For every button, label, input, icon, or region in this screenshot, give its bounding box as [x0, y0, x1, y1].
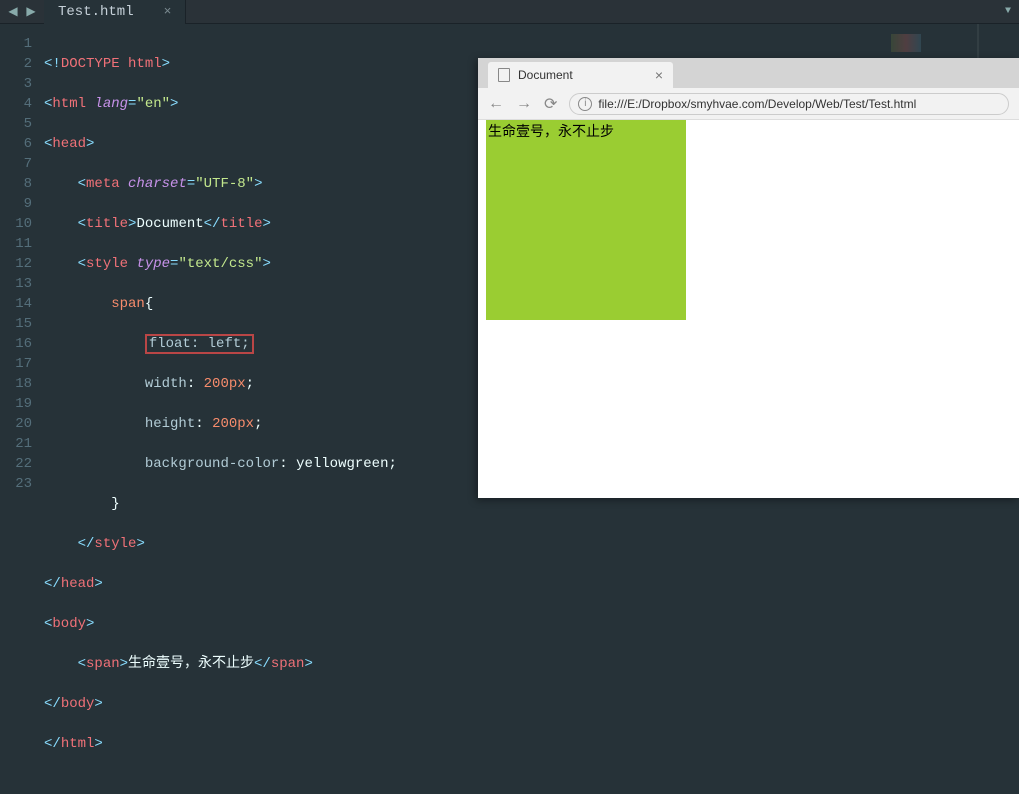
doctype: DOCTYPE html: [61, 56, 162, 72]
tag: head: [52, 136, 86, 152]
line-number: 22: [0, 454, 32, 474]
tag: html: [61, 736, 95, 752]
watermark: 亿速云: [937, 476, 1011, 496]
attr-val: "en": [136, 96, 170, 112]
line-number: 21: [0, 434, 32, 454]
nav-arrows: ◀ ▶: [0, 4, 44, 19]
css-val: 200px: [212, 416, 254, 432]
css-float: float: left;: [149, 336, 250, 352]
close-icon[interactable]: ×: [655, 67, 663, 83]
line-number: 17: [0, 354, 32, 374]
line-number: 1: [0, 34, 32, 54]
url-text: file:///E:/Dropbox/smyhvae.com/Develop/W…: [598, 97, 916, 111]
attr: lang: [94, 96, 128, 112]
line-gutter: 1 2 3 4 5 6 7 8 9 10 11 12 13 14 15 16 1…: [0, 24, 40, 502]
line-number: 13: [0, 274, 32, 294]
line-number: 15: [0, 314, 32, 334]
tag: body: [52, 616, 86, 632]
header-right: ▼: [1005, 6, 1019, 17]
tag: title: [220, 216, 262, 232]
tag: title: [86, 216, 128, 232]
tag: head: [61, 576, 95, 592]
css-prop: background-color: [145, 456, 279, 472]
file-icon: [498, 68, 510, 82]
browser-window: Document × ← → ⟳ i file:///E:/Dropbox/sm…: [478, 58, 1019, 498]
line-number: 19: [0, 394, 32, 414]
line-number: 2: [0, 54, 32, 74]
line-number: 20: [0, 414, 32, 434]
forward-icon[interactable]: →: [516, 95, 532, 113]
browser-viewport: 生命壹号，永不止步: [478, 120, 1019, 498]
browser-tab[interactable]: Document ×: [488, 62, 673, 88]
editor-header: ◀ ▶ Test.html × ▼: [0, 0, 1019, 24]
watermark-text: 亿速云: [969, 476, 1011, 496]
nav-forward-icon[interactable]: ▶: [24, 4, 38, 19]
attr-val: "UTF-8": [195, 176, 254, 192]
browser-toolbar: ← → ⟳ i file:///E:/Dropbox/smyhvae.com/D…: [478, 88, 1019, 120]
css-prop: width: [145, 376, 187, 392]
rendered-span: 生命壹号，永不止步: [486, 120, 686, 320]
back-icon[interactable]: ←: [488, 95, 504, 113]
tag: html: [52, 96, 86, 112]
line-number: 14: [0, 294, 32, 314]
editor-tab[interactable]: Test.html ×: [44, 0, 186, 24]
span-text: 生命壹号，永不止步: [128, 656, 254, 672]
line-number: 6: [0, 134, 32, 154]
editor-tab-label: Test.html: [58, 4, 134, 20]
minimap-icon: [891, 34, 921, 52]
tag: body: [61, 696, 95, 712]
line-number: 8: [0, 174, 32, 194]
browser-tabstrip: Document ×: [478, 58, 1019, 88]
nav-back-icon[interactable]: ◀: [6, 4, 20, 19]
line-number: 5: [0, 114, 32, 134]
line-number: 9: [0, 194, 32, 214]
attr: type: [136, 256, 170, 272]
attr: charset: [128, 176, 187, 192]
line-number: 11: [0, 234, 32, 254]
tag: span: [86, 656, 120, 672]
reload-icon[interactable]: ⟳: [544, 94, 557, 114]
line-number: 7: [0, 154, 32, 174]
tag: span: [271, 656, 305, 672]
info-icon[interactable]: i: [578, 97, 592, 111]
attr-val: "text/css": [178, 256, 262, 272]
css-val: yellowgreen: [296, 456, 388, 472]
highlighted-line: float: left;: [145, 334, 254, 354]
tag: meta: [86, 176, 120, 192]
css-val: 200px: [204, 376, 246, 392]
line-number: 16: [0, 334, 32, 354]
tag: style: [86, 256, 128, 272]
line-number: 4: [0, 94, 32, 114]
title-text: Document: [136, 216, 203, 232]
chevron-down-icon[interactable]: ▼: [1005, 6, 1011, 17]
css-prop: height: [145, 416, 195, 432]
line-number: 10: [0, 214, 32, 234]
line-number: 18: [0, 374, 32, 394]
close-icon[interactable]: ×: [164, 4, 172, 19]
line-number: 23: [0, 474, 32, 494]
line-number: 3: [0, 74, 32, 94]
browser-tab-label: Document: [518, 68, 647, 82]
line-number: 12: [0, 254, 32, 274]
tag: style: [94, 536, 136, 552]
cloud-icon: [937, 477, 965, 495]
code-area[interactable]: <!DOCTYPE html> <html lang="en"> <head> …: [40, 24, 397, 502]
address-bar[interactable]: i file:///E:/Dropbox/smyhvae.com/Develop…: [569, 93, 1009, 115]
selector: span: [111, 296, 145, 312]
